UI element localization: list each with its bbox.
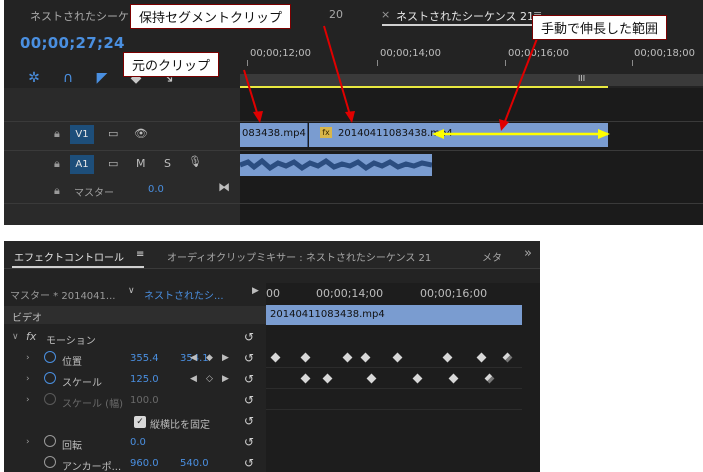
- uniform-scale-checkbox[interactable]: ✓: [134, 416, 146, 428]
- tab-audio-clip-mixer[interactable]: オーディオクリップミキサー : ネストされたシーケンス 21: [167, 249, 431, 264]
- chevron-right-icon[interactable]: ›: [26, 437, 30, 447]
- stopwatch-icon[interactable]: [44, 435, 56, 447]
- anchor-x-value[interactable]: 960.0: [130, 458, 159, 469]
- chevron-down-icon[interactable]: ∨: [12, 332, 19, 342]
- divider: [266, 388, 522, 389]
- stopwatch-icon: [44, 393, 56, 405]
- scale-label: スケール: [62, 378, 102, 389]
- fx-ruler-label: 00;00;14;00: [316, 287, 384, 300]
- clip-name: 20140411083438.mp4: [270, 309, 385, 320]
- play-icon[interactable]: ▶: [252, 286, 259, 296]
- tab-menu-icon[interactable]: ≡: [136, 249, 144, 260]
- reset-icon[interactable]: ↺: [244, 351, 254, 365]
- stopwatch-icon[interactable]: [44, 372, 56, 384]
- reset-icon[interactable]: ↺: [244, 435, 254, 449]
- source-selector-row: マスター * 2014041... ∨ ネストされたシ... ▶: [4, 283, 266, 303]
- prev-keyframe-icon[interactable]: ◀: [190, 374, 197, 384]
- reset-icon[interactable]: ↺: [244, 393, 254, 407]
- position-label: 位置: [62, 357, 82, 368]
- scale-width-label: スケール (幅): [62, 399, 123, 410]
- sequence-clip-selector[interactable]: ネストされたシ...: [144, 287, 224, 302]
- video-header-label: ビデオ: [12, 313, 42, 324]
- chevron-right-icon[interactable]: ›: [26, 353, 30, 363]
- reset-icon[interactable]: ↺: [244, 372, 254, 386]
- scale-width-value: 100.0: [130, 395, 159, 406]
- fx-icon[interactable]: fx: [26, 330, 36, 343]
- position-x-value[interactable]: 355.4: [130, 353, 159, 364]
- stopwatch-icon[interactable]: [44, 351, 56, 363]
- reset-icon[interactable]: ↺: [244, 414, 254, 428]
- active-tab-indicator: [12, 266, 144, 268]
- next-keyframe-icon[interactable]: ▶: [222, 374, 229, 384]
- uniform-scale-label: 縦横比を固定: [150, 420, 210, 431]
- overflow-tabs-icon[interactable]: »: [524, 246, 532, 261]
- chevron-down-icon[interactable]: ∨: [128, 286, 135, 296]
- anchor-y-value[interactable]: 540.0: [180, 458, 209, 469]
- chevron-right-icon[interactable]: ›: [26, 395, 30, 405]
- fx-clip-bar[interactable]: 20140411083438.mp4: [266, 305, 522, 325]
- reset-icon[interactable]: ↺: [244, 456, 254, 470]
- next-keyframe-icon[interactable]: ▶: [222, 353, 229, 363]
- divider: [266, 409, 522, 410]
- effect-controls-panel: エフェクトコントロール ≡ オーディオクリップミキサー : ネストされたシーケン…: [4, 241, 540, 472]
- fx-ruler-label: 00;00;16;00: [420, 287, 488, 300]
- fx-ruler-label: 00: [266, 287, 280, 300]
- prev-keyframe-icon[interactable]: ◀: [190, 353, 197, 363]
- tab-metadata[interactable]: メタ: [482, 249, 502, 264]
- divider: [266, 367, 522, 368]
- annotation-original-clip: 元のクリップ: [123, 52, 220, 77]
- annotation-manual-extend: 手動で伸長した範囲: [532, 15, 668, 40]
- rotation-value[interactable]: 0.0: [130, 437, 146, 448]
- add-keyframe-icon[interactable]: ◆: [206, 353, 213, 363]
- chevron-right-icon[interactable]: ›: [26, 374, 30, 384]
- tab-effect-controls[interactable]: エフェクトコントロール: [14, 249, 124, 264]
- motion-label: モーション: [46, 336, 96, 347]
- annotation-held-clip: 保持セグメントクリップ: [130, 4, 292, 29]
- scale-value[interactable]: 125.0: [130, 374, 159, 385]
- stopwatch-icon[interactable]: [44, 456, 56, 468]
- master-clip-selector[interactable]: マスター * 2014041...: [10, 287, 115, 302]
- rotation-label: 回転: [62, 441, 82, 452]
- reset-icon[interactable]: ↺: [244, 330, 254, 344]
- anchor-point-label: アンカーポ...: [62, 462, 122, 472]
- add-keyframe-icon[interactable]: ◇: [206, 374, 213, 384]
- video-section-header: ビデオ: [4, 306, 266, 324]
